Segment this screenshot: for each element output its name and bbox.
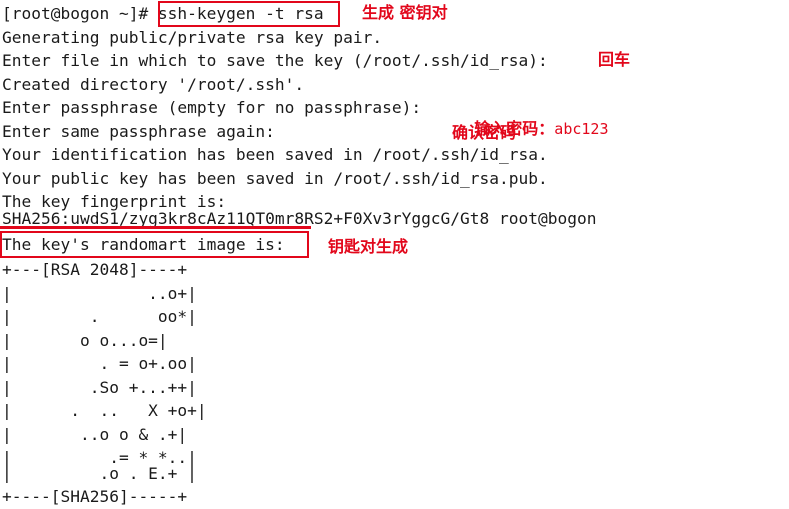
randomart-row: | ..o o & .+| (2, 424, 188, 444)
randomart-row: | . .. X +o+| (2, 401, 207, 420)
randomart-row: | . = o+.oo| (2, 354, 197, 373)
terminal-line-prompt-command: [root@bogon ~]# ssh-keygen -t rsa (2, 4, 324, 23)
terminal-line-randomart-label: The key's randomart image is: (2, 235, 285, 254)
randomart-bottom-border: +----[SHA256]-----+ (2, 487, 188, 506)
terminal-line-generating: Generating public/private rsa key pair. (2, 27, 383, 47)
randomart-row: | .So +...++| (2, 377, 197, 397)
annotation-keypair-generated: 钥匙对生成 (328, 237, 409, 256)
annotation-confirm-password: 确认密码 (452, 123, 517, 142)
randomart-top-border: +---[RSA 2048]----+ (2, 260, 188, 279)
randomart-row: | ..o+| (2, 283, 197, 303)
terminal-line-enter-file: Enter file in which to save the key (/ro… (2, 51, 548, 70)
terminal-line-public-key: Your public key has been saved in /root/… (2, 168, 548, 188)
randomart-row: | o o...o=| (2, 330, 168, 350)
randomart-row: | . oo*| (2, 307, 197, 326)
highlight-underline-fingerprint (0, 226, 311, 229)
terminal-line-created-directory: Created directory '/root/.ssh'. (2, 74, 305, 94)
annotation-generate-keypair: 生成 密钥对 (362, 3, 448, 22)
terminal-line-same-passphrase: Enter same passphrase again: (2, 121, 275, 141)
terminal-window: [root@bogon ~]# ssh-keygen -t rsa Genera… (0, 0, 789, 509)
terminal-line-enter-passphrase: Enter passphrase (empty for no passphras… (2, 98, 422, 117)
randomart-row: | .o . E.+ | (2, 464, 197, 483)
annotation-enter-key: 回车 (598, 50, 631, 69)
annotation-input-password-value: abc123 (554, 120, 609, 138)
